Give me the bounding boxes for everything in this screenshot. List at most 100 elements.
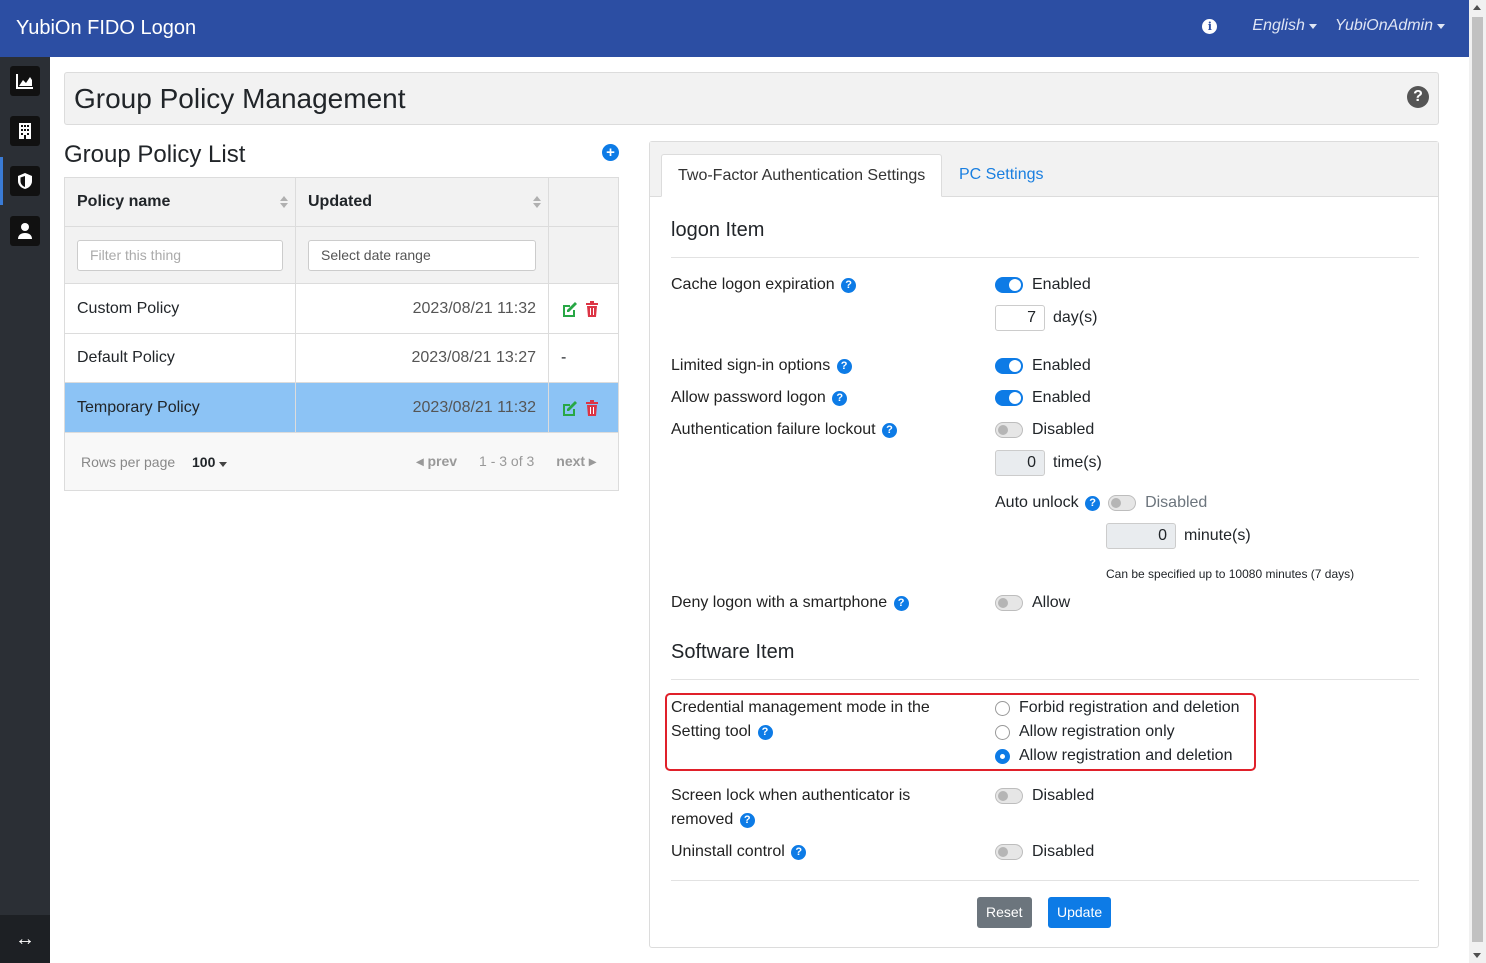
language-dropdown[interactable]: English [1252, 17, 1317, 35]
scroll-up-icon[interactable] [1473, 5, 1481, 10]
scroll-thumb[interactable] [1472, 17, 1483, 942]
user-dropdown[interactable]: YubiOnAdmin [1335, 17, 1445, 35]
column-label: Updated [308, 193, 372, 210]
next-page-button[interactable]: next ▸ [556, 453, 596, 470]
help-icon[interactable]: ? [739, 813, 755, 828]
limited-signin-toggle[interactable]: Enabled [995, 354, 1091, 378]
policy-name-cell: Custom Policy [65, 284, 296, 333]
updated-value: 2023/08/21 11:32 [412, 299, 536, 317]
column-header-policy-name[interactable]: Policy name [65, 178, 296, 226]
label-text: Deny logon with a smartphone [671, 594, 888, 611]
help-icon[interactable]: ? [1085, 495, 1101, 511]
updated-cell: 2023/08/21 11:32 [296, 383, 549, 432]
sort-icon [533, 196, 541, 208]
user-label: YubiOnAdmin [1334, 17, 1433, 34]
auto-unlock-minutes-input[interactable]: 0 [1106, 523, 1176, 549]
screen-lock-toggle[interactable]: Disabled [995, 784, 1094, 808]
edit-icon[interactable] [561, 400, 577, 416]
toggle-switch[interactable] [995, 358, 1023, 374]
table-row[interactable]: Custom Policy 2023/08/21 11:32 [65, 284, 618, 334]
credential-mode-radio-group: Forbid registration and deletion Allow r… [995, 696, 1240, 768]
toggle-switch[interactable] [995, 844, 1023, 860]
table-row-selected[interactable]: Temporary Policy 2023/08/21 11:32 [65, 383, 618, 433]
label-text: Credential management mode in the [671, 699, 930, 716]
lockout-count-input[interactable]: 0 [995, 450, 1045, 476]
toggle-switch[interactable] [995, 422, 1023, 438]
column-header-updated[interactable]: Updated [296, 178, 549, 226]
reset-button[interactable]: Reset [977, 897, 1032, 928]
label-text: Authentication failure lockout [671, 421, 876, 438]
help-icon[interactable]: ? [757, 725, 773, 740]
trash-icon[interactable] [585, 300, 599, 317]
toggle-switch[interactable] [995, 788, 1023, 804]
toggle-state: Allow [1032, 594, 1071, 611]
password-logon-toggle[interactable]: Enabled [995, 386, 1091, 410]
radio-button[interactable] [995, 724, 1010, 740]
sidebar-item-organization[interactable] [10, 116, 40, 146]
user-icon [18, 223, 32, 239]
updated-cell: 2023/08/21 11:32 [296, 284, 549, 333]
help-icon[interactable]: ? [893, 596, 909, 611]
sidebar-active-indicator [0, 157, 3, 205]
vertical-scrollbar[interactable] [1469, 0, 1486, 963]
toggle-state: Enabled [1032, 276, 1091, 293]
radio-button-selected[interactable] [995, 748, 1010, 764]
filter-input[interactable]: Filter this thing [77, 239, 283, 271]
rows-per-page-select[interactable]: 100 [192, 454, 228, 470]
toggle-state: Disabled [1032, 787, 1095, 804]
trash-icon[interactable] [585, 399, 599, 416]
toggle-switch[interactable] [1108, 495, 1137, 511]
tabs-bar: Two-Factor Authentication Settings PC Se… [650, 142, 1438, 197]
sidebar-item-users[interactable] [10, 216, 40, 246]
sidebar-item-dashboard[interactable] [10, 66, 40, 96]
help-icon[interactable]: ? [882, 423, 898, 438]
tab-pc-settings[interactable]: PC Settings [943, 154, 1059, 197]
edit-icon[interactable] [561, 301, 577, 317]
label-text: removed [671, 811, 734, 828]
update-button[interactable]: Update [1048, 897, 1112, 928]
toggle-state: Disabled [1145, 494, 1208, 511]
help-icon[interactable]: ? [791, 845, 807, 860]
cache-days-input[interactable]: 7 [995, 305, 1045, 331]
prev-label: prev [427, 453, 458, 469]
radio-option[interactable]: Forbid registration and deletion [995, 696, 1240, 720]
sidebar-item-policy[interactable] [10, 166, 40, 196]
add-policy-icon[interactable]: + [602, 144, 619, 161]
filter-row: Filter this thing Select date range [65, 227, 618, 284]
actions-cell [549, 284, 618, 333]
actions-cell: - [561, 349, 567, 366]
info-icon[interactable]: i [1202, 18, 1218, 34]
toggle-switch[interactable] [995, 595, 1023, 611]
updated-cell: 2023/08/21 13:27 [296, 334, 549, 382]
filter-cell [549, 227, 618, 283]
scroll-down-icon[interactable] [1473, 953, 1481, 958]
label-text: Screen lock when authenticator is [671, 787, 911, 804]
prev-page-button[interactable]: ◂ prev [417, 453, 458, 470]
toggle-switch[interactable] [995, 390, 1023, 406]
settings-panel: Two-Factor Authentication Settings PC Se… [649, 141, 1439, 948]
radio-button[interactable] [995, 700, 1010, 716]
help-icon[interactable]: ? [832, 391, 848, 406]
table-row[interactable]: Default Policy 2023/08/21 13:27 - [65, 334, 618, 383]
policy-name-cell: Default Policy [65, 334, 296, 382]
help-icon[interactable]: ? [1407, 86, 1429, 108]
uninstall-control-label: Uninstall control ? [671, 840, 807, 864]
radio-option[interactable]: Allow registration only [995, 720, 1240, 744]
auto-unlock-minutes-control: 0 minute(s) [1106, 523, 1251, 549]
toggle-switch[interactable] [995, 277, 1023, 293]
table-footer: Rows per page 100 ◂ prev 1 - 3 of 3 next… [65, 434, 618, 490]
help-icon[interactable]: ? [841, 278, 857, 293]
radio-option[interactable]: Allow registration and deletion [995, 744, 1240, 768]
help-icon[interactable]: ? [836, 359, 852, 374]
uninstall-control-toggle[interactable]: Disabled [995, 840, 1094, 864]
updated-value: 2023/08/21 13:27 [411, 349, 536, 366]
tab-two-factor[interactable]: Two-Factor Authentication Settings [661, 154, 943, 197]
rows-per-page-label: Rows per page [81, 454, 176, 470]
arrows-horizontal-icon[interactable]: ↔ [0, 915, 50, 963]
deny-smartphone-toggle[interactable]: Allow [995, 591, 1070, 615]
cache-logon-toggle[interactable]: Enabled [995, 273, 1091, 297]
date-range-input[interactable]: Select date range [308, 239, 536, 271]
lockout-toggle[interactable]: Disabled [995, 418, 1094, 442]
sort-icon [280, 196, 288, 208]
app-title[interactable]: YubiOn FIDO Logon [16, 16, 196, 40]
